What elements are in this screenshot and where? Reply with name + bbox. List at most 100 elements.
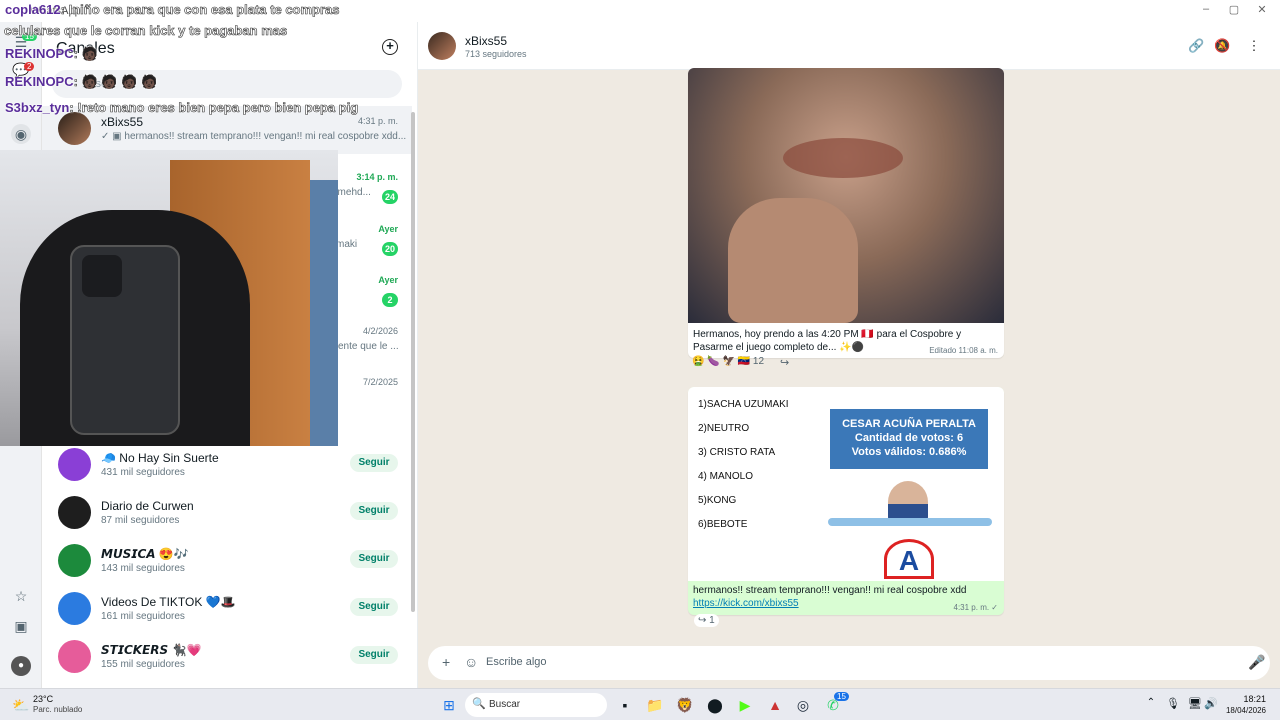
channel-time: 7/2/2025: [362, 377, 398, 387]
channel-preview: ✓ ▣ hermanos!! stream temprano!!! vengan…: [101, 131, 407, 142]
suggested-channel-row[interactable]: 🧢 No Hay Sin Suerte 431 mil seguidores S…: [42, 442, 412, 490]
maximize-button[interactable]: ▢: [1224, 3, 1244, 19]
start-icon[interactable]: ⊞: [440, 697, 458, 715]
panel-scrollbar[interactable]: [411, 112, 415, 612]
channels-icon[interactable]: ◉: [11, 124, 31, 144]
overlay-message: REKINOPC: 🧑🏿: [5, 46, 98, 62]
poll-item: 6)BEBOTE: [698, 519, 748, 530]
search-icon: 🔍: [472, 698, 486, 710]
follow-button[interactable]: Seguir: [350, 598, 398, 616]
channel-name: Diario de Curwen: [101, 499, 194, 513]
follow-button[interactable]: Seguir: [350, 454, 398, 472]
webcam-phone: [70, 245, 180, 435]
vote-card: CESAR ACUÑA PERALTA Cantidad de votos: 6…: [830, 409, 988, 469]
channel-title[interactable]: xBixs55: [465, 34, 507, 48]
weather-temperature[interactable]: 23°C: [33, 694, 53, 704]
emoji-icon[interactable]: ☺: [464, 654, 478, 670]
message-composer: + ☺ Escribe algo 🎤: [428, 646, 1270, 680]
channel-avatar: [58, 640, 91, 673]
overlay-text: celulares que le corran kick y te pagaba…: [4, 23, 288, 39]
poll-item: 3) CRISTO RATA: [698, 447, 776, 458]
overlay-text: : !reto mano eres bien pepa pero bien pe…: [69, 100, 359, 116]
whatsapp-badge: 15: [834, 692, 849, 701]
suggested-channel-row[interactable]: Videos De TIKTOK 💙🎩 161 mil seguidores S…: [42, 586, 412, 634]
webcam-overlay: [0, 150, 338, 446]
message-link[interactable]: https://kick.com/xbixs55: [693, 598, 799, 609]
profile-avatar-icon[interactable]: ●: [11, 656, 31, 676]
party-logo: A: [884, 539, 934, 579]
suggested-channel-row[interactable]: 𝙈𝙐𝙎𝙄𝘾𝘼 😍🎶 143 mil seguidores Seguir: [42, 538, 412, 586]
brave-icon[interactable]: 🦁: [676, 697, 694, 715]
mute-icon[interactable]: 🔕: [1214, 38, 1230, 54]
overlay-message: REKINOPC: 🧑🏿 🧑🏿 🧑🏿 🧑🏿: [5, 74, 157, 90]
vote-card-count: Cantidad de votos: 6: [854, 432, 964, 444]
channel-time: Ayer: [378, 224, 398, 234]
mic-tray-icon[interactable]: 🎙: [1164, 697, 1182, 715]
overlay-message: S3bxz_tyn: !reto mano eres bien pepa per…: [5, 100, 359, 116]
channel-view: xBixs55 713 seguidores 🔗 🔕 ⋮ Hermanos, h…: [418, 22, 1280, 688]
channel-header: xBixs55 713 seguidores 🔗 🔕 ⋮: [418, 22, 1280, 70]
poll-item: 4) MANOLO: [698, 471, 754, 482]
overlay-text: : 🧑🏿 🧑🏿 🧑🏿 🧑🏿: [73, 74, 158, 90]
follow-button[interactable]: Seguir: [350, 502, 398, 520]
obs-icon[interactable]: ⬤: [706, 697, 724, 715]
weather-icon[interactable]: ⛅: [12, 697, 30, 715]
photo-detail: [783, 138, 903, 178]
channel-avatar: [58, 544, 91, 577]
overlay-username: REKINOPC: [5, 46, 74, 61]
overlay-message: copla612: Iniño era para que con esa pla…: [5, 2, 340, 18]
file-explorer-icon[interactable]: 📁: [646, 697, 664, 715]
forward-count[interactable]: ↪ 1: [694, 614, 719, 627]
starred-icon[interactable]: ☆: [11, 586, 31, 606]
clock-date[interactable]: 18/04/2026: [1226, 706, 1266, 715]
media-icon[interactable]: ▣: [11, 616, 31, 636]
message-photo[interactable]: [688, 68, 1004, 323]
suggested-channel-row[interactable]: 𝙎𝙏𝙄𝘾𝙆𝙀𝙍𝙎 🐈‍⬛💗 155 mil seguidores Seguir: [42, 634, 412, 682]
channel-followers: 713 seguidores: [465, 49, 527, 59]
attach-icon[interactable]: +: [442, 654, 450, 670]
unread-badge: 20: [381, 242, 398, 256]
message-input[interactable]: Escribe algo: [486, 656, 547, 668]
link-icon[interactable]: 🔗: [1188, 38, 1204, 54]
clock-time[interactable]: 18:21: [1243, 694, 1266, 704]
more-options-icon[interactable]: ⋮: [1246, 38, 1262, 54]
message-reactions[interactable]: 🤮 🍆 🦅 🇻🇪 12: [692, 356, 764, 367]
channel-time: 3:14 p. m.: [356, 172, 398, 182]
unread-badge: 24: [381, 190, 398, 204]
volume-icon[interactable]: 🔊: [1202, 697, 1220, 715]
webcam-background: [310, 180, 338, 446]
channel-avatar: [58, 496, 91, 529]
message-image[interactable]: 1)SACHA UZUMAKI 2)NEUTRO 3) CRISTO RATA …: [688, 387, 1004, 581]
follow-button[interactable]: Seguir: [350, 646, 398, 664]
microphone-icon[interactable]: 🎤: [1248, 654, 1265, 671]
channel-name: 𝙎𝙏𝙄𝘾𝙆𝙀𝙍𝙎 🐈‍⬛💗: [101, 643, 202, 657]
tray-chevron-icon[interactable]: ⌃: [1142, 697, 1160, 715]
kick-icon[interactable]: ▶: [736, 697, 754, 715]
overlay-text: : 🧑🏿: [73, 46, 98, 62]
photo-message[interactable]: Hermanos, hoy prendo a las 4:20 PM 🇵🇪 pa…: [688, 68, 1004, 358]
candidate-photo: [888, 481, 928, 523]
channel-followers: 143 mil seguidores: [101, 563, 185, 574]
channel-followers: 155 mil seguidores: [101, 659, 185, 670]
channel-avatar: [58, 448, 91, 481]
channel-followers: 431 mil seguidores: [101, 467, 185, 478]
channel-avatar[interactable]: [428, 32, 456, 60]
vote-bar: [828, 518, 992, 526]
suggested-channel-row[interactable]: Diario de Curwen 87 mil seguidores Segui…: [42, 490, 412, 538]
forward-icon[interactable]: ↪: [780, 356, 789, 369]
close-button[interactable]: ✕: [1252, 3, 1272, 19]
image-message[interactable]: 1)SACHA UZUMAKI 2)NEUTRO 3) CRISTO RATA …: [688, 387, 1004, 615]
weather-description: Parc. nublado: [33, 705, 83, 714]
follow-button[interactable]: Seguir: [350, 550, 398, 568]
minimize-button[interactable]: –: [1196, 3, 1216, 19]
app-icon[interactable]: ▲: [766, 697, 784, 715]
channel-followers: 161 mil seguidores: [101, 611, 185, 622]
message-caption: hermanos!! stream temprano!!! vengan!! m…: [693, 585, 967, 596]
steam-icon[interactable]: ◎: [794, 697, 812, 715]
vote-card-percent: Votos válidos: 0.686%: [851, 446, 967, 458]
task-view-icon[interactable]: ▪: [616, 697, 634, 715]
overlay-text: : Iniño era para que con esa plata te co…: [60, 2, 340, 18]
photo-detail: [728, 198, 858, 323]
poll-item: 5)KONG: [698, 495, 737, 506]
stream-chat-overlay: copla612: Iniño era para que con esa pla…: [0, 0, 420, 120]
